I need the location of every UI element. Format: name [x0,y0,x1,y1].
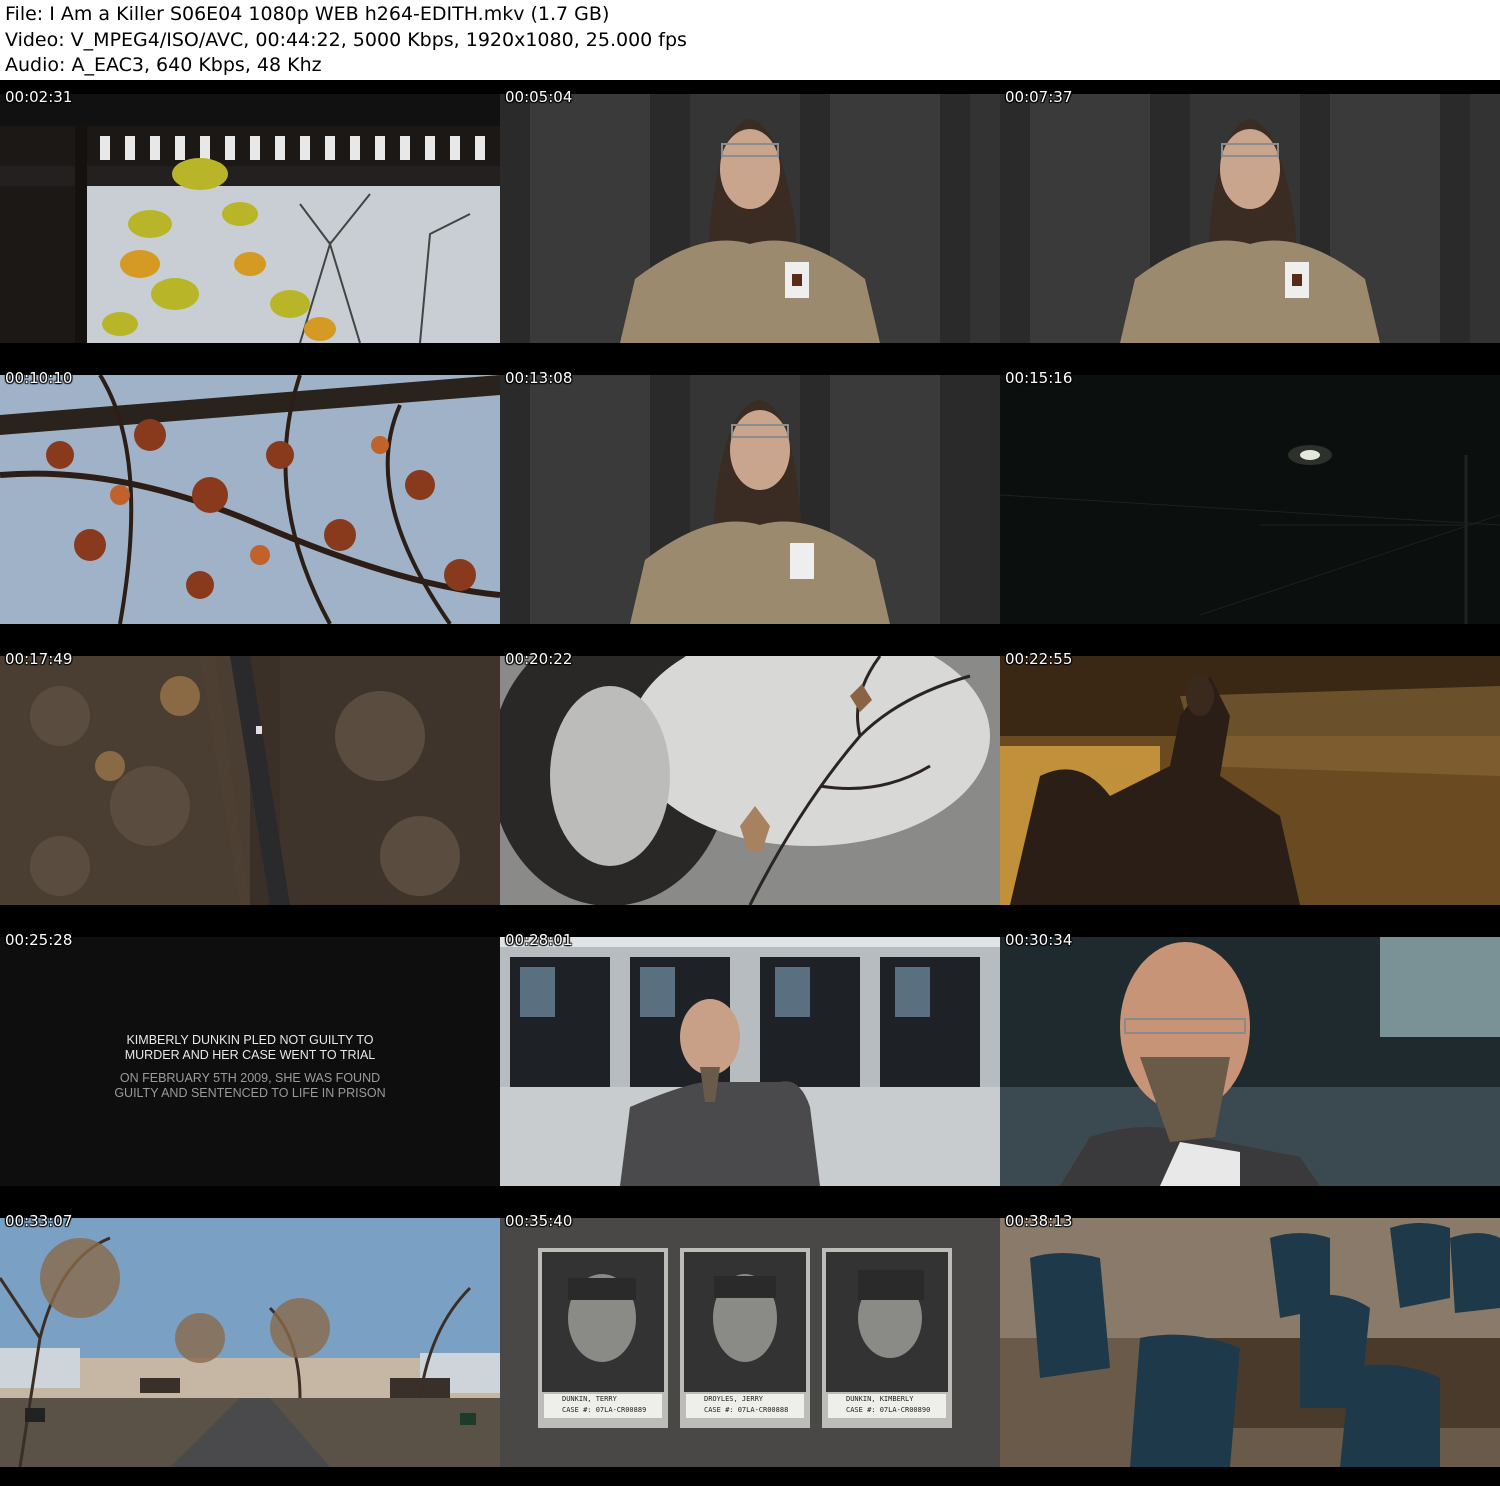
title-card-line-4: GUILTY AND SENTENCED TO LIFE IN PRISON [114,1086,386,1100]
frame-mugshots [500,1218,1000,1467]
frame-branch-leaf [500,656,1000,905]
frame-interview-woman-3 [500,375,1000,624]
thumbnail-title-card: 00:25:28 KIMBERLY DUNKIN PLED NOT GUILTY… [0,923,500,1205]
frame-interview-woman-2 [1000,94,1500,343]
thumbnail-aerial-road: 00:17:49 [0,642,500,924]
thumbnail-grid: 00:02:31 00:05:04 00:07:37 00:10:10 00:1… [0,80,1500,1486]
frame-interview-man-closeup [1000,937,1500,1186]
thumbnail-mugshots: 00:35:40 DUNKIN, TERRY CASE #: 07LA-CR00… [500,1204,1000,1486]
frame-aerial-road [0,656,500,905]
timestamp: 00:15:16 [1005,369,1073,387]
timestamp: 00:20:22 [505,650,573,668]
mugshot-case-2: CASE #: 07LA-CR00888 [704,1406,789,1414]
mugshot-name-1: DUNKIN, TERRY [562,1395,617,1403]
mugshot-name-3: DUNKIN, KIMBERLY [846,1395,914,1403]
thumbnail-courtroom-chairs: 00:38:13 [1000,1204,1500,1486]
mugshot-case-1: CASE #: 07LA-CR00889 [562,1406,647,1414]
title-card-line-3: ON FEBRUARY 5TH 2009, SHE WAS FOUND [119,1071,381,1085]
title-card-verdict-text: KIMBERLY DUNKIN PLED NOT GUILTY TO MURDE… [0,1033,500,1063]
file-line: File: I Am a Killer S06E04 1080p WEB h26… [5,3,610,25]
frame-horse-statue [1000,656,1500,905]
timestamp: 00:28:01 [505,931,573,949]
frame-interview-woman [500,94,1000,343]
mugshot-name-2: DROYLES, JERRY [704,1395,764,1403]
title-card-sentence-text: ON FEBRUARY 5TH 2009, SHE WAS FOUND GUIL… [0,1071,500,1101]
frame-street-sunset [0,1218,500,1467]
timestamp: 00:13:08 [505,369,573,387]
thumbnail-interview-woman-3: 00:13:08 [500,361,1000,643]
frame-autumn-branches [0,375,500,624]
timestamp: 00:22:55 [1005,650,1073,668]
frame-porch-leaves [0,94,500,343]
file-info-header: File: I Am a Killer S06E04 1080p WEB h26… [0,0,1500,80]
thumbnail-night-streetlight: 00:15:16 [1000,361,1500,643]
thumbnail-interview-man: 00:28:01 [500,923,1000,1205]
thumbnail-interview-woman-2: 00:07:37 [1000,80,1500,362]
frame-interview-man [500,937,1000,1186]
thumbnail-autumn-branches: 00:10:10 [0,361,500,643]
thumbnail-interview-woman: 00:05:04 [500,80,1000,362]
title-card-line-2: MURDER AND HER CASE WENT TO TRIAL [124,1048,376,1062]
timestamp: 00:07:37 [1005,88,1073,106]
video-info-line: Video: V_MPEG4/ISO/AVC, 00:44:22, 5000 K… [5,29,687,51]
timestamp: 00:02:31 [5,88,73,106]
audio-info-line: Audio: A_EAC3, 640 Kbps, 48 Khz [5,54,322,76]
timestamp: 00:05:04 [505,88,573,106]
mugshot-case-3: CASE #: 07LA-CR00890 [846,1406,931,1414]
frame-night-streetlight [1000,375,1500,624]
timestamp: 00:38:13 [1005,1212,1073,1230]
thumbnail-street-sunset: 00:33:07 [0,1204,500,1486]
timestamp: 00:25:28 [5,931,73,949]
thumbnail-interview-man-closeup: 00:30:34 [1000,923,1500,1205]
thumbnail-horse-statue: 00:22:55 [1000,642,1500,924]
timestamp: 00:33:07 [5,1212,73,1230]
timestamp: 00:17:49 [5,650,73,668]
thumbnail-branch-leaf: 00:20:22 [500,642,1000,924]
title-card-line-1: KIMBERLY DUNKIN PLED NOT GUILTY TO [126,1033,374,1047]
timestamp: 00:10:10 [5,369,73,387]
thumbnail-porch-leaves: 00:02:31 [0,80,500,362]
timestamp: 00:30:34 [1005,931,1073,949]
timestamp: 00:35:40 [505,1212,573,1230]
frame-courtroom-chairs [1000,1218,1500,1467]
